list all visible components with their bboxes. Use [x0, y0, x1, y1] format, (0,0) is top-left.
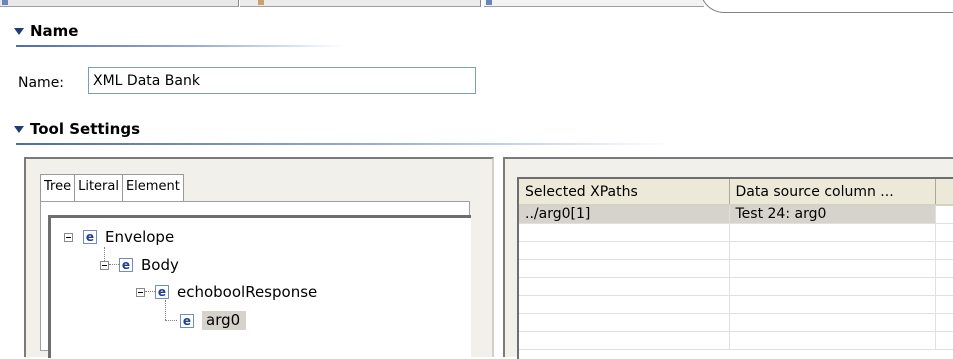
toolbar-curve [700, 0, 953, 13]
name-field[interactable] [88, 67, 476, 94]
column-header-selected-xpaths[interactable]: Selected XPaths [519, 179, 730, 206]
tree-node-body[interactable]: e Body [100, 256, 179, 274]
tree-node-arg0[interactable]: e arg0 [180, 311, 247, 330]
tree-node-label: echoboolResponse [177, 283, 318, 301]
table-row[interactable] [519, 259, 953, 278]
section-divider [16, 45, 486, 47]
data-source-cell: Test 24: arg0 [729, 205, 936, 224]
element-icon: e [180, 313, 194, 328]
tab-marker-icon [486, 0, 492, 5]
tree-connector [165, 320, 177, 321]
tree-node-envelope[interactable]: e Envelope [64, 228, 174, 246]
tree-node-label: Body [141, 256, 179, 274]
xpaths-table[interactable]: Selected XPaths Data source column ... .… [517, 177, 953, 359]
table-row[interactable]: ../arg0[1] Test 24: arg0 [519, 205, 953, 224]
element-icon: e [83, 230, 97, 244]
table-row[interactable] [519, 241, 953, 260]
section-divider [16, 143, 953, 145]
tree-node-label: arg0 [202, 311, 247, 330]
collapse-triangle-icon[interactable] [14, 125, 24, 133]
xpath-cell: ../arg0[1] [519, 205, 730, 224]
table-row[interactable] [519, 295, 953, 314]
collapse-triangle-icon[interactable] [14, 27, 24, 35]
editor-tab[interactable] [484, 0, 704, 7]
tree-node-echoboolresponse[interactable]: e echoboolResponse [136, 283, 317, 301]
name-section-header[interactable]: Name [14, 22, 78, 40]
editor-tab[interactable] [240, 0, 481, 7]
tab-marker-icon [258, 0, 264, 5]
table-row[interactable] [519, 223, 953, 242]
table-row[interactable] [519, 331, 953, 350]
tool-settings-section-header[interactable]: Tool Settings [14, 120, 140, 138]
editor-tab[interactable] [0, 0, 239, 7]
empty-cell [935, 205, 953, 224]
tab-literal[interactable]: Literal [75, 174, 123, 201]
tab-tree[interactable]: Tree [40, 174, 76, 201]
column-header-empty[interactable] [935, 179, 953, 206]
collapse-toggle-icon[interactable] [100, 260, 109, 270]
tab-element[interactable]: Element [122, 174, 184, 201]
tab-marker-icon [2, 0, 8, 5]
tree-node-label: Envelope [105, 228, 175, 246]
editor-tab-strip [0, 0, 953, 16]
element-icon: e [155, 285, 169, 299]
element-icon: e [119, 258, 133, 272]
tree-connector [165, 300, 166, 320]
xpaths-grid: Selected XPaths Data source column ... .… [519, 179, 953, 350]
table-row[interactable] [519, 277, 953, 296]
column-header-data-source-column[interactable]: Data source column ... [729, 179, 936, 206]
collapse-toggle-icon[interactable] [136, 287, 145, 297]
table-row[interactable] [519, 313, 953, 332]
section-title: Tool Settings [30, 120, 141, 138]
section-title: Name [30, 22, 79, 40]
name-label: Name: [18, 75, 65, 91]
collapse-toggle-icon[interactable] [64, 232, 73, 242]
view-tabs: Tree Literal Element [40, 174, 184, 201]
